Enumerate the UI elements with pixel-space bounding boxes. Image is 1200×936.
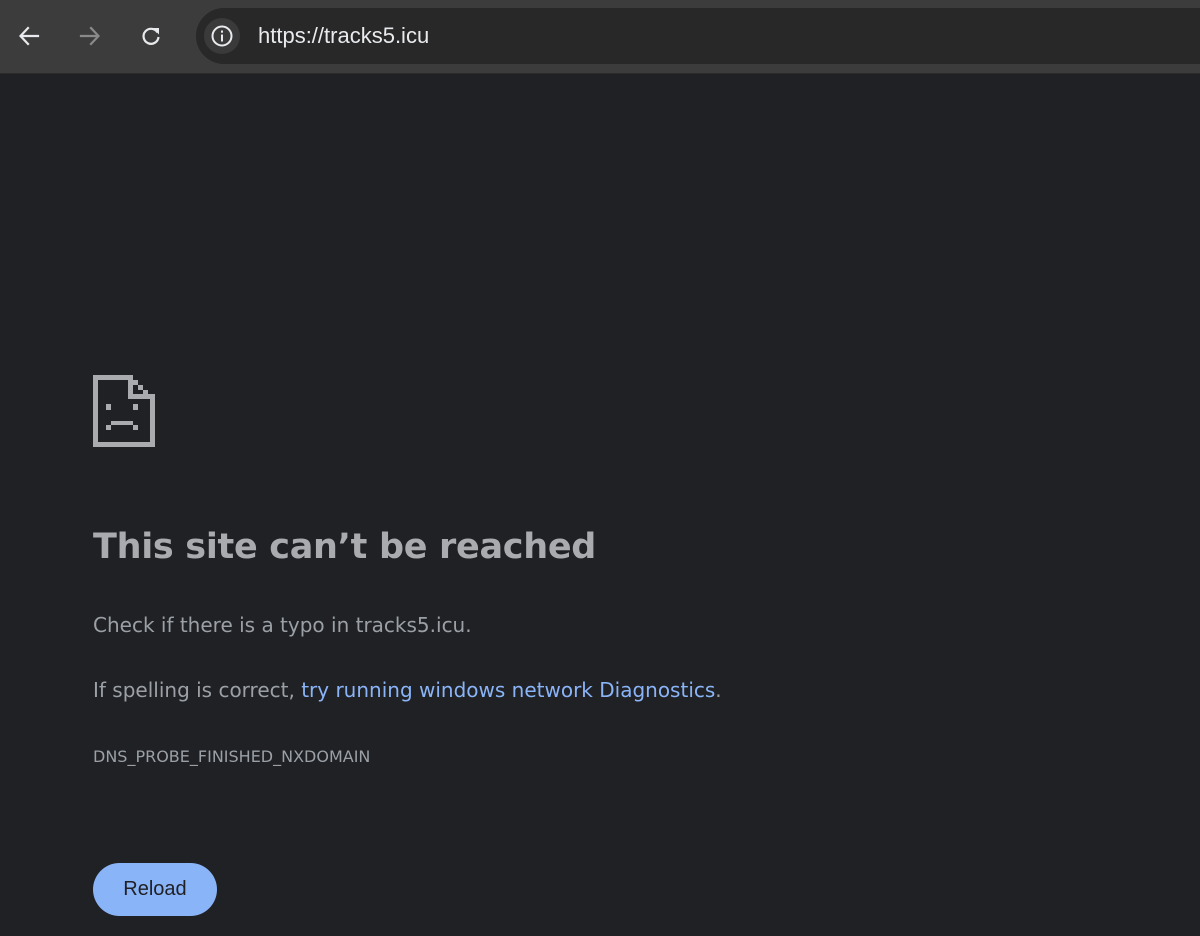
site-info-button[interactable] [204, 18, 240, 54]
error-page: This site can’t be reached Check if ther… [0, 75, 1200, 936]
browser-window: https://tracks5.icu This site can’t be r… [0, 0, 1200, 936]
error-title: This site can’t be reached [93, 527, 597, 567]
browser-toolbar: https://tracks5.icu [0, 0, 1200, 74]
url-text[interactable]: https://tracks5.icu [258, 8, 429, 64]
sad-page-icon [93, 375, 155, 447]
forward-button[interactable] [70, 16, 110, 56]
diagnostics-hint-suffix: . [715, 678, 722, 702]
address-bar[interactable]: https://tracks5.icu [196, 8, 1200, 64]
info-icon [211, 25, 233, 47]
arrow-left-icon [18, 26, 40, 46]
network-diagnostics-link[interactable]: try running windows network Diagnostics [301, 678, 715, 702]
diagnostics-hint-prefix: If spelling is correct, [93, 678, 302, 702]
back-button[interactable] [9, 16, 49, 56]
reload-page-button[interactable] [131, 16, 171, 56]
typo-hint: Check if there is a typo in tracks5.icu. [93, 613, 472, 637]
reload-icon [142, 27, 160, 45]
diagnostics-hint: If spelling is correct, try running wind… [93, 678, 722, 702]
error-code: DNS_PROBE_FINISHED_NXDOMAIN [93, 747, 371, 766]
reload-button[interactable]: Reload [93, 863, 217, 916]
arrow-right-icon [79, 26, 101, 46]
